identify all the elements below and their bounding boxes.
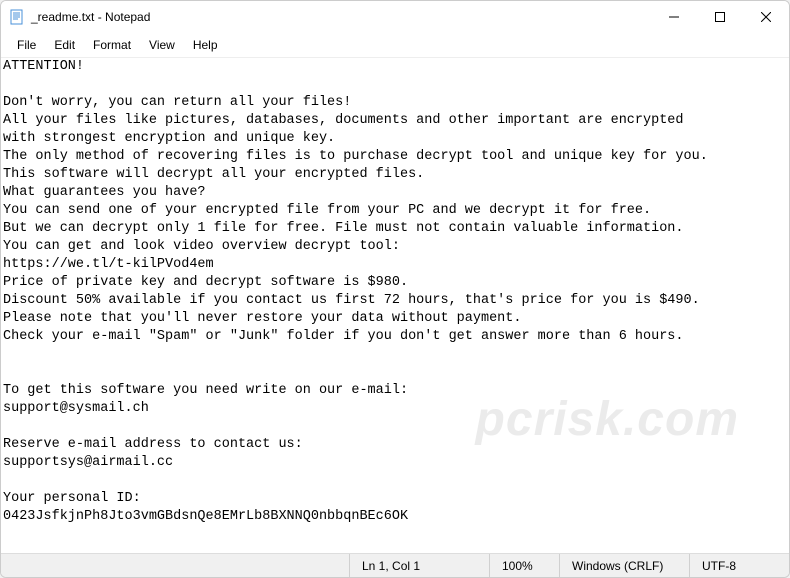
window-title: _readme.txt - Notepad	[31, 10, 651, 24]
status-line-ending: Windows (CRLF)	[559, 554, 689, 577]
menu-format[interactable]: Format	[85, 36, 139, 54]
text-editor-area[interactable]: ATTENTION! Don't worry, you can return a…	[1, 57, 789, 553]
notepad-icon	[9, 9, 25, 25]
notepad-window: _readme.txt - Notepad File Edit Format V…	[0, 0, 790, 578]
status-encoding: UTF-8	[689, 554, 789, 577]
menu-help[interactable]: Help	[185, 36, 226, 54]
close-button[interactable]	[743, 1, 789, 33]
menu-edit[interactable]: Edit	[46, 36, 83, 54]
window-controls	[651, 1, 789, 33]
minimize-button[interactable]	[651, 1, 697, 33]
maximize-button[interactable]	[697, 1, 743, 33]
menu-view[interactable]: View	[141, 36, 183, 54]
menubar: File Edit Format View Help	[1, 33, 789, 57]
status-position: Ln 1, Col 1	[349, 554, 489, 577]
menu-file[interactable]: File	[9, 36, 44, 54]
statusbar: Ln 1, Col 1 100% Windows (CRLF) UTF-8	[1, 553, 789, 577]
status-zoom: 100%	[489, 554, 559, 577]
titlebar: _readme.txt - Notepad	[1, 1, 789, 33]
